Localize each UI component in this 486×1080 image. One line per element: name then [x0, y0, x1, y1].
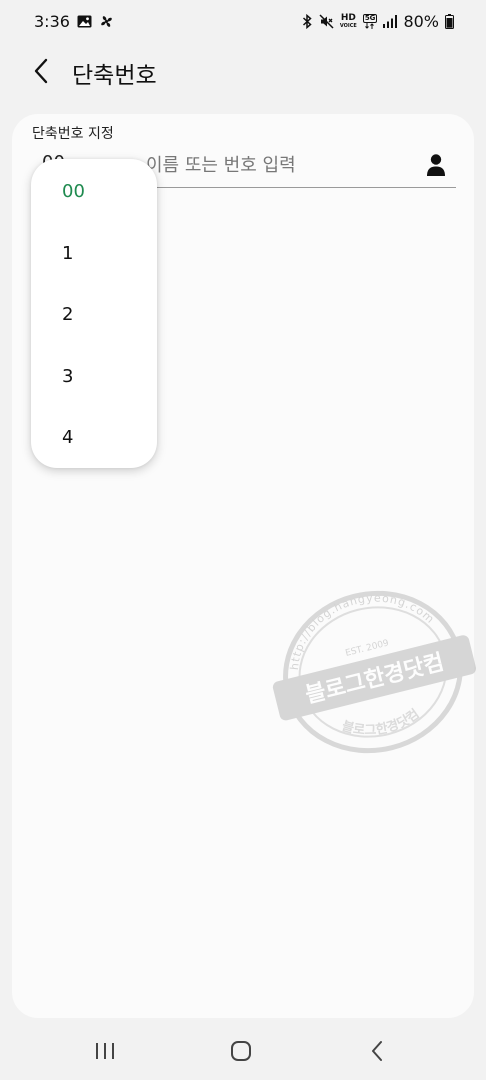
- nav-back-button[interactable]: [362, 1036, 392, 1066]
- contact-picker-button[interactable]: [422, 150, 450, 180]
- hd-label: HD: [340, 12, 356, 23]
- network-label: 5G: [362, 13, 378, 23]
- back-button[interactable]: [26, 54, 56, 88]
- chevron-left-icon: [34, 58, 48, 84]
- dropdown-option[interactable]: 4: [31, 407, 157, 469]
- page-title: 단축번호: [72, 63, 157, 89]
- app-bar: 단축번호: [0, 42, 486, 100]
- voice-label: VOICE: [339, 22, 357, 29]
- navigation-bar: [0, 1018, 486, 1080]
- dropdown-option[interactable]: 2: [31, 284, 157, 346]
- gallery-icon: [77, 15, 92, 28]
- status-time: 3:36: [34, 11, 70, 31]
- person-icon: [427, 154, 445, 176]
- status-bar: 3:36 HD VOICE 5G 80%: [0, 0, 486, 42]
- bluetooth-icon: [302, 13, 313, 29]
- watermark-stamp: http://blog.hangyeong.com EST. 2009 블로그한…: [272, 578, 477, 754]
- hd-voice-icon: HD VOICE: [339, 12, 357, 29]
- signal-icon: [383, 14, 398, 28]
- section-label: 단축번호 지정: [32, 126, 114, 142]
- home-icon: [231, 1041, 251, 1061]
- battery-icon: [445, 13, 454, 29]
- recent-apps-icon: [96, 1043, 114, 1059]
- battery-percent: 80%: [403, 11, 439, 31]
- status-right: HD VOICE 5G 80%: [302, 12, 454, 31]
- mute-icon: [319, 13, 334, 29]
- network-5g-icon: 5G: [362, 13, 378, 29]
- dropdown-option[interactable]: 1: [31, 223, 157, 285]
- speed-dial-dropdown: 00 1 2 3 4: [31, 159, 157, 468]
- dropdown-option[interactable]: 00: [31, 161, 157, 223]
- fan-icon: [99, 14, 114, 29]
- dropdown-option[interactable]: 3: [31, 346, 157, 408]
- home-button[interactable]: [226, 1036, 256, 1066]
- status-left: 3:36: [34, 12, 114, 31]
- contact-search-input[interactable]: [146, 150, 416, 180]
- recent-apps-button[interactable]: [90, 1036, 120, 1066]
- back-icon: [372, 1041, 382, 1061]
